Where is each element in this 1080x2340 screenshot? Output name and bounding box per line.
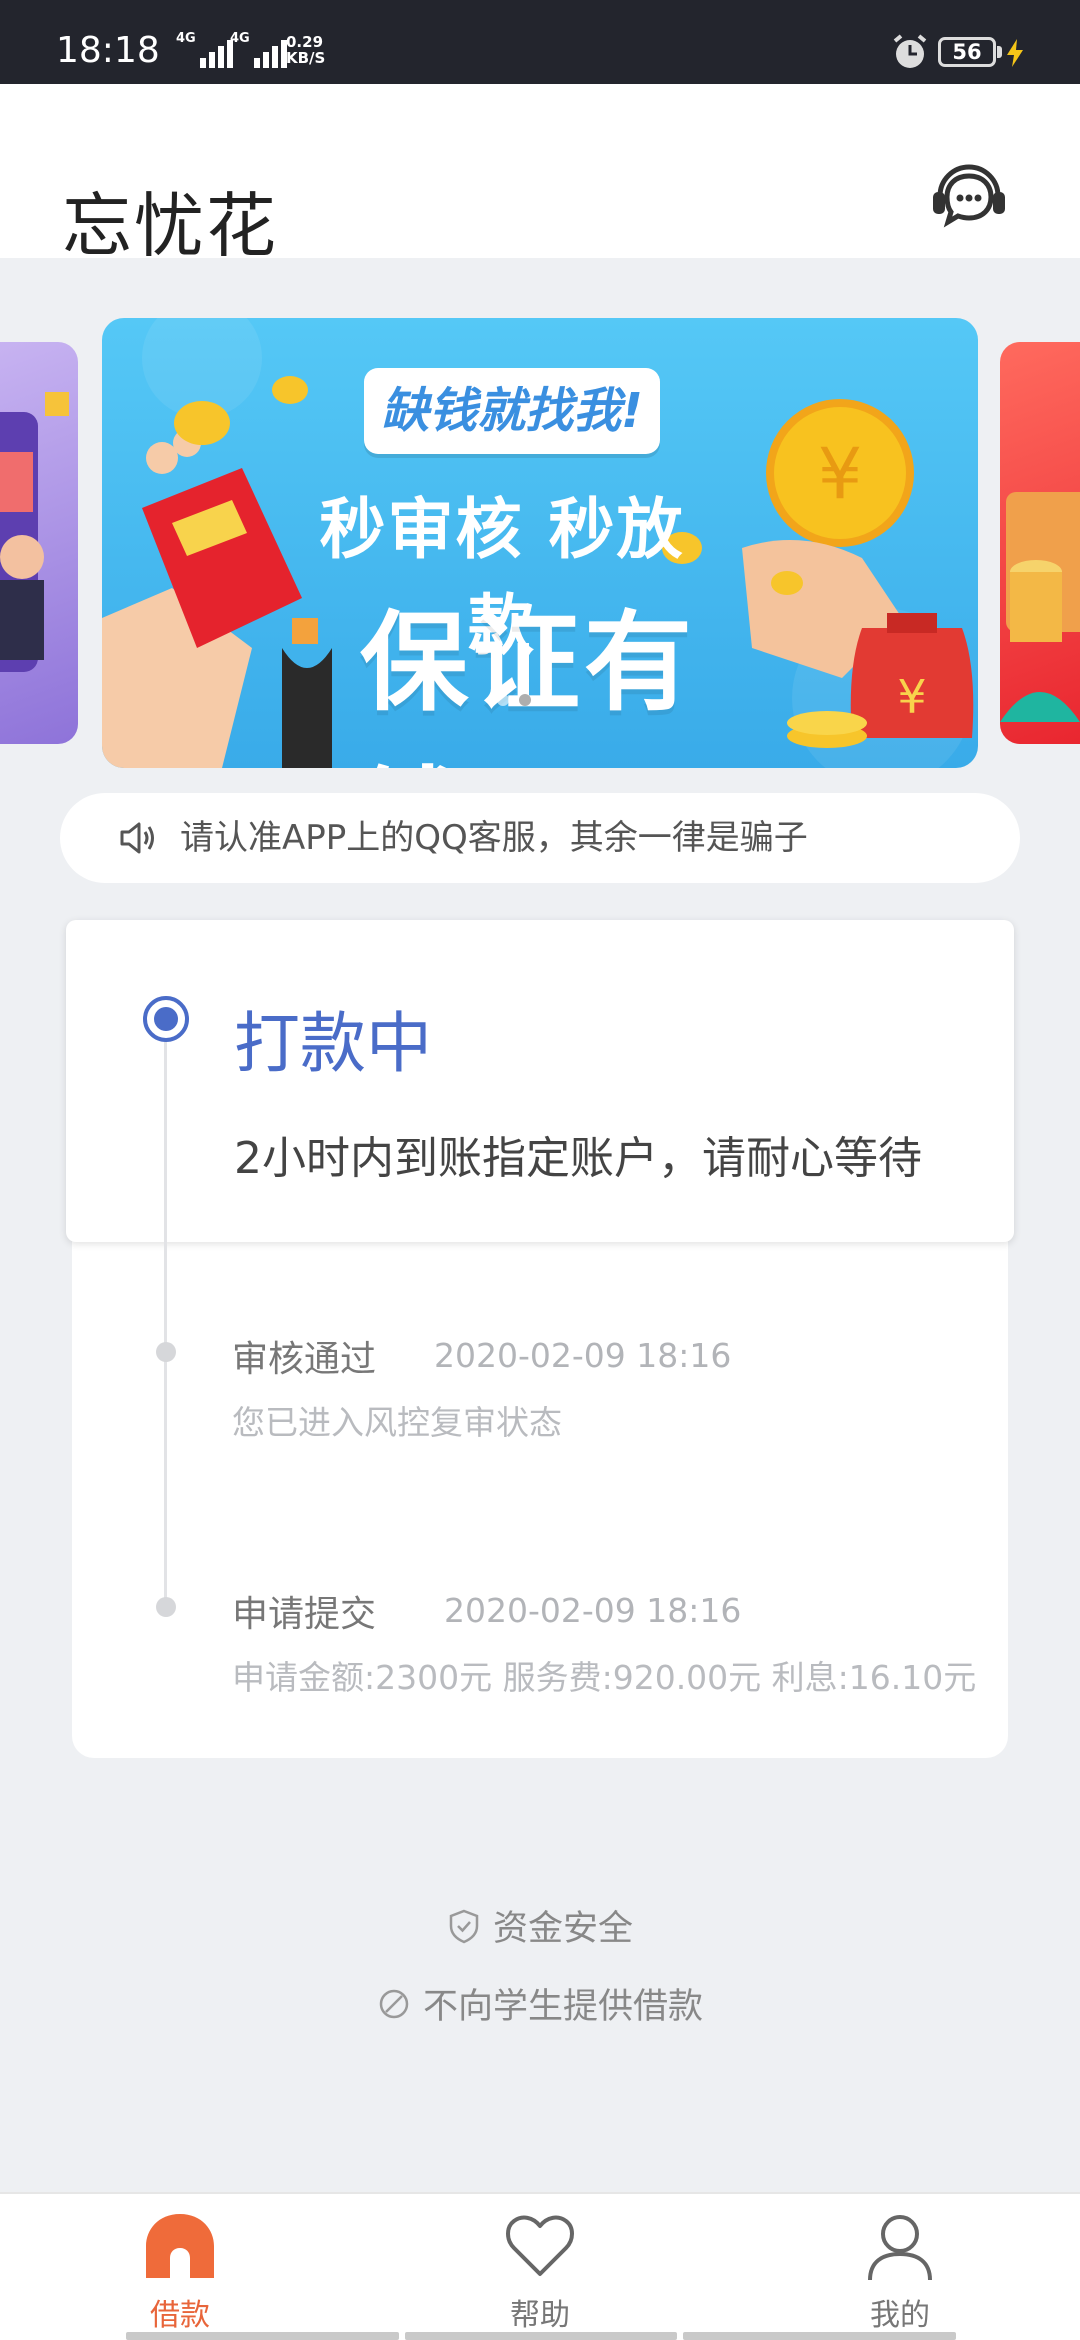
tab-loan[interactable]: 借款 xyxy=(0,2194,360,2340)
step-title-submit: 申请提交 xyxy=(232,1594,377,1635)
home-icon xyxy=(146,2214,214,2278)
timeline-dot-review xyxy=(156,1342,176,1362)
step-time-submit: 2020-02-09 18:16 xyxy=(444,1591,742,1630)
status-time: 18:18 xyxy=(56,30,160,71)
banner-next-slide[interactable] xyxy=(1000,342,1080,744)
tab-label-loan: 借款 xyxy=(150,2298,210,2333)
timeline-dot-submit xyxy=(156,1597,176,1617)
step-time-review: 2020-02-09 18:16 xyxy=(434,1336,732,1375)
carousel-dot xyxy=(541,694,553,706)
promo-banner[interactable]: ¥ ¥ 缺钱就找我! 秒审核 秒放款 保证有钱 xyxy=(102,318,978,768)
current-status-title: 打款中 xyxy=(234,1005,432,1082)
gesture-indicator xyxy=(683,2332,957,2340)
notice-bar[interactable]: 请认准APP上的QQ客服，其余一律是骗子 xyxy=(60,793,1020,883)
no-student-loan-note: 不向学生提供借款 xyxy=(0,1978,1080,2029)
current-status-card xyxy=(66,920,1014,1242)
prohibited-icon xyxy=(379,1989,409,2018)
alarm-clock-icon xyxy=(893,34,927,68)
app-title: 忘忧花 xyxy=(62,185,278,267)
fund-safety-note: 资金安全 xyxy=(0,1900,1080,1951)
gesture-indicator xyxy=(126,2332,399,2340)
banner-slogan: 保证有钱 xyxy=(360,601,697,768)
bottom-tab-bar: 借款 帮助 我的 xyxy=(0,2192,1080,2340)
charging-bolt-icon xyxy=(1007,39,1023,67)
tab-label-profile: 我的 xyxy=(870,2298,930,2333)
banner-tagline-pill: 缺钱就找我! xyxy=(364,368,660,454)
notice-text: 请认准APP上的QQ客服，其余一律是骗子 xyxy=(180,818,808,858)
carousel-dot xyxy=(497,694,509,706)
speaker-icon xyxy=(120,822,154,854)
battery-indicator: 56 xyxy=(938,37,996,67)
fund-safety-text: 资金安全 xyxy=(492,1909,633,1949)
svg-text:¥: ¥ xyxy=(818,433,863,515)
tab-profile[interactable]: 我的 xyxy=(720,2194,1080,2340)
shield-check-icon xyxy=(449,1909,479,1943)
signal-strength-icon-2: 4G xyxy=(230,32,290,68)
user-icon xyxy=(868,2215,932,2281)
network-speed: 0.29 KB/S xyxy=(286,33,326,67)
tab-label-help: 帮助 xyxy=(510,2298,570,2333)
step-description-review: 您已进入风控复审状态 xyxy=(232,1403,562,1442)
gesture-indicator xyxy=(404,2332,678,2340)
carousel-dot-active xyxy=(519,694,531,706)
current-status-description: 2小时内到账指定账户，请耐心等待 xyxy=(234,1133,922,1184)
gesture-indicators xyxy=(126,2332,957,2340)
current-status-dot xyxy=(143,996,189,1042)
timeline-line xyxy=(164,1020,167,1610)
step-description-submit: 申请金额:2300元 服务费:920.00元 利息:16.10元 xyxy=(232,1658,977,1697)
svg-text:¥: ¥ xyxy=(897,670,926,724)
no-student-loan-text: 不向学生提供借款 xyxy=(422,1987,703,2027)
customer-service-headset-icon[interactable] xyxy=(930,160,1008,232)
banner-prev-slide[interactable] xyxy=(0,342,78,744)
heart-icon xyxy=(506,2215,574,2276)
status-bar: 18:18 4G 4G 0.29 KB/S 56 xyxy=(0,0,1080,84)
battery-tip xyxy=(997,46,1002,58)
banner-tagline: 缺钱就找我! xyxy=(381,383,643,439)
carousel-indicators xyxy=(497,694,553,706)
app-header: 忘忧花 xyxy=(0,84,1080,267)
signal-strength-icon-1: 4G xyxy=(176,32,236,68)
step-title-review: 审核通过 xyxy=(232,1339,377,1380)
tab-help[interactable]: 帮助 xyxy=(360,2194,720,2340)
